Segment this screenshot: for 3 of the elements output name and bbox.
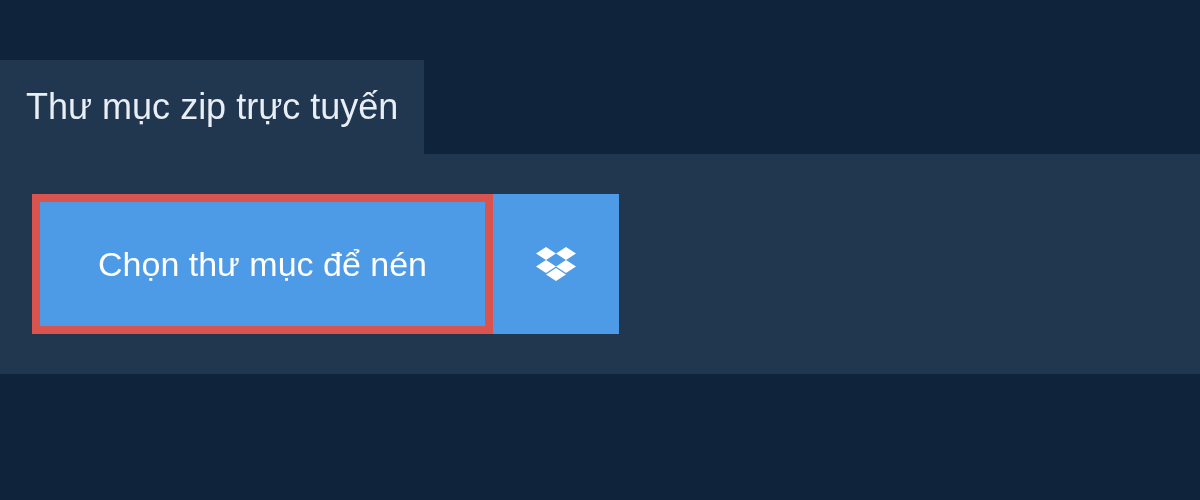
dropbox-button[interactable] <box>493 194 619 334</box>
dropbox-icon <box>535 246 577 282</box>
tab[interactable]: Thư mục zip trực tuyến <box>0 60 425 154</box>
